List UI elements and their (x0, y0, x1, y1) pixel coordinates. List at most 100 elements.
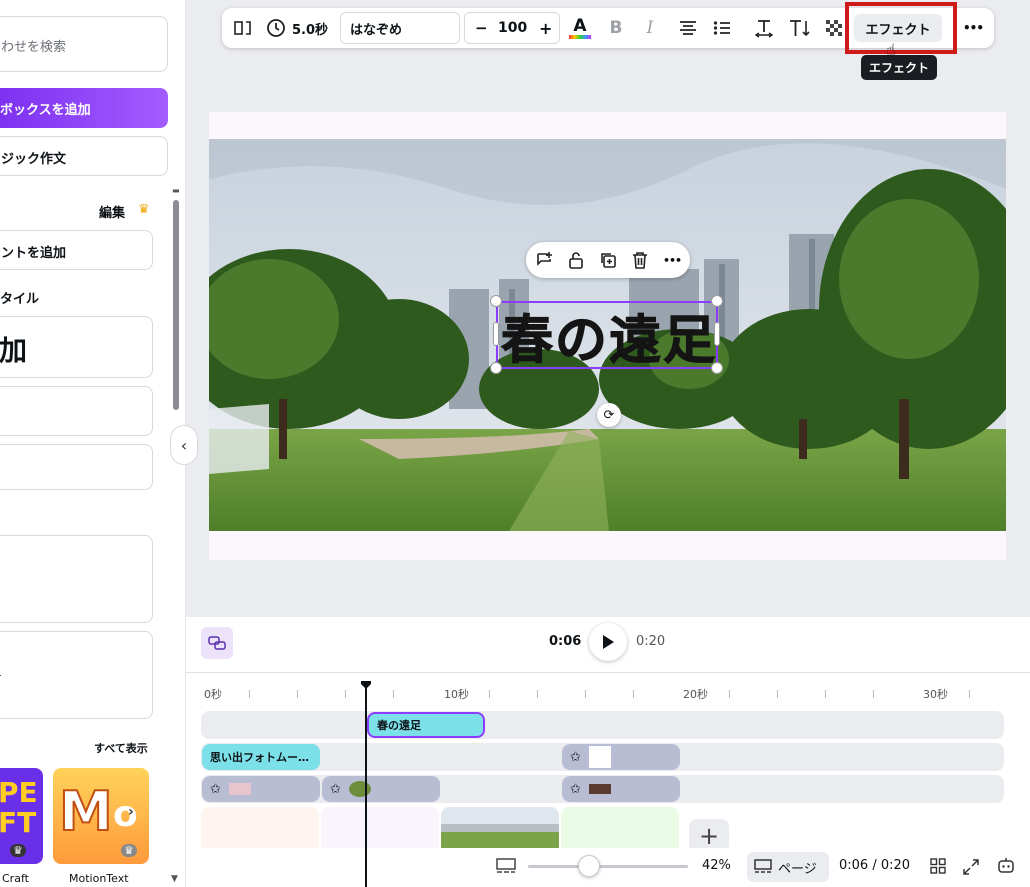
duration-button[interactable]: 5.0秒 (264, 8, 330, 48)
text-size-icon[interactable] (786, 8, 814, 48)
bold-button[interactable]: B (602, 8, 630, 48)
sparkle-icon: ✩ (330, 781, 341, 797)
add-textbox-label: ボックスを追加 (0, 103, 91, 118)
notes-icon[interactable] (496, 858, 516, 876)
font-size-value[interactable]: 100 (498, 20, 527, 36)
page-thumbnail[interactable] (441, 807, 559, 849)
text-clip-label: 春の遠足 (377, 719, 421, 732)
duration-value: 5.0秒 (291, 22, 329, 38)
play-button[interactable] (589, 623, 627, 661)
resize-handle-side[interactable] (493, 322, 499, 346)
font-size-increase-button[interactable]: + (539, 19, 552, 38)
show-all-link[interactable]: すべて表示 (94, 740, 148, 756)
animated-clip[interactable]: ✩ (562, 744, 680, 770)
letter-spacing-icon[interactable] (750, 8, 778, 48)
tick-label: 20秒 (683, 688, 708, 701)
zoom-slider-handle[interactable] (578, 855, 600, 877)
carousel-next-icon[interactable]: › (128, 804, 148, 824)
text-animation-thumb[interactable]: PE FT ♛ (0, 768, 43, 864)
assistant-icon[interactable] (996, 856, 1016, 876)
more-options-button[interactable]: ••• (958, 8, 988, 48)
timeline-tick (729, 690, 730, 698)
list-icon[interactable] (708, 8, 736, 48)
transparency-icon[interactable] (822, 8, 846, 48)
more-icon[interactable]: ••• (656, 242, 688, 278)
sparkle-icon: ✩ (210, 781, 221, 797)
clock-icon (267, 19, 285, 37)
comment-icon[interactable] (528, 242, 560, 278)
tick-label: 30秒 (923, 688, 948, 701)
scroll-up-icon[interactable]: ▬ (172, 186, 180, 195)
add-font-button[interactable]: ントを追加 (0, 230, 153, 270)
element-context-menu: ••• (526, 242, 690, 278)
resize-handle-side[interactable] (714, 322, 720, 346)
crown-icon: ♛ (138, 202, 150, 217)
rotate-icon[interactable]: ⟳ (597, 403, 621, 427)
timeline-tick (825, 690, 826, 698)
magic-write-button[interactable]: ジック作文 (0, 136, 168, 176)
resize-handle[interactable] (711, 295, 723, 307)
text-clip[interactable]: 春の遠足 (367, 712, 485, 738)
page-thumbnail[interactable] (561, 807, 679, 849)
page-thumbnail[interactable] (321, 807, 439, 849)
resize-handle[interactable] (711, 362, 723, 374)
zoom-slider-track[interactable] (528, 865, 688, 868)
page-thumbnail[interactable] (201, 807, 319, 849)
grid-view-icon[interactable] (930, 858, 946, 874)
timeline-tick (777, 690, 778, 698)
divider (186, 672, 1030, 673)
sparkle-icon: ✩ (570, 749, 581, 765)
subheading-style-button[interactable] (0, 386, 153, 436)
add-font-label: ントを追加 (1, 246, 67, 261)
panel-scrollbar-thumb[interactable] (173, 200, 179, 410)
clip-thumbnail (348, 781, 371, 797)
resize-handle[interactable] (490, 362, 502, 374)
body-style-button[interactable] (0, 444, 153, 490)
playhead[interactable] (365, 682, 367, 887)
playhead-handle[interactable] (360, 678, 372, 689)
font-combo-card[interactable]: - (0, 631, 153, 719)
clip-thumbnail (588, 746, 611, 768)
resize-handle[interactable] (490, 295, 502, 307)
align-center-icon[interactable] (674, 8, 702, 48)
scroll-down-icon[interactable]: ▼ (171, 874, 178, 884)
zoom-value[interactable]: 42% (702, 858, 731, 873)
duplicate-icon[interactable] (592, 242, 624, 278)
collapse-panel-button[interactable]: ‹ (170, 425, 198, 465)
thumb-caption: Craft (2, 872, 29, 885)
italic-button[interactable]: I (636, 8, 664, 48)
effects-highlight-box (845, 2, 957, 54)
text-track[interactable] (201, 711, 1004, 739)
search-input[interactable]: わせを検索 (0, 16, 168, 72)
fullscreen-icon[interactable] (962, 858, 980, 876)
font-name: はなぞめ (350, 22, 403, 38)
heading-style-button[interactable]: 加 (0, 316, 153, 378)
canvas-title-text[interactable]: 春の遠足 (498, 300, 720, 371)
timeline-tick (249, 690, 250, 698)
tick-label: 0秒 (204, 688, 222, 701)
font-combo-card[interactable] (0, 535, 153, 623)
transition-icon (208, 636, 226, 650)
position-icon[interactable] (228, 8, 258, 48)
font-family-select[interactable]: はなぞめ (340, 12, 460, 44)
page-view-button[interactable]: ページ (747, 852, 829, 882)
timeline-tick (873, 690, 874, 698)
font-size-stepper[interactable]: − 100 + (464, 12, 560, 44)
effects-tooltip: エフェクト (861, 55, 937, 80)
edit-label[interactable]: 編集 (99, 202, 125, 221)
animated-clip[interactable]: ✩ (562, 776, 680, 802)
lock-icon[interactable] (560, 242, 592, 278)
animated-clip[interactable]: ✩ (202, 776, 320, 802)
animated-clip[interactable]: ✩ (322, 776, 440, 802)
add-textbox-button[interactable]: ボックスを追加 (0, 88, 168, 128)
total-time: 0:20 (636, 634, 666, 649)
clip-thumbnail (228, 783, 251, 795)
chevron-left-icon: ‹ (180, 435, 188, 455)
trash-icon[interactable] (624, 242, 656, 278)
font-size-decrease-button[interactable]: − (475, 19, 488, 37)
text-color-button[interactable]: A (566, 8, 594, 48)
current-time: 0:06 (549, 634, 582, 649)
scene-transition-button[interactable] (201, 627, 233, 659)
photo-clip[interactable]: 思い出フォトムー… (202, 744, 320, 770)
timeline-tick (633, 690, 634, 698)
